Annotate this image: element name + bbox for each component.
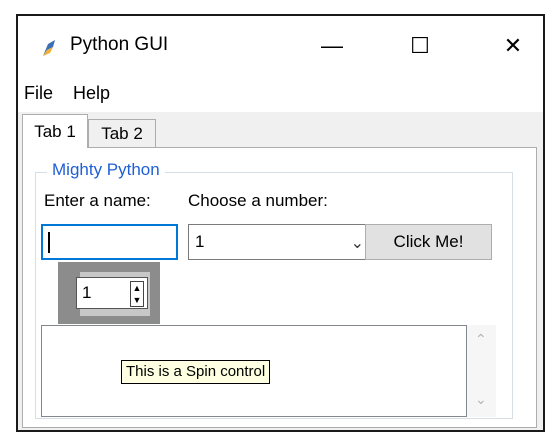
group-title: Mighty Python xyxy=(47,160,165,180)
name-label: Enter a name: xyxy=(44,191,151,210)
scroll-down-icon[interactable]: ⌄ xyxy=(475,391,487,408)
name-entry[interactable] xyxy=(41,224,178,260)
window-title: Python GUI xyxy=(70,34,169,55)
menu-bar: File Help xyxy=(18,78,543,112)
tab-1[interactable]: Tab 1 xyxy=(22,114,88,148)
click-me-button[interactable]: Click Me! xyxy=(365,224,492,260)
spinbox[interactable]: 1 ▲ ▼ xyxy=(76,277,148,309)
minimize-button[interactable]: — xyxy=(302,24,362,68)
maximize-icon: ☐ xyxy=(410,33,430,58)
close-button[interactable]: ✕ xyxy=(483,24,543,68)
chevron-down-icon[interactable]: ⌄ xyxy=(351,233,364,253)
text-caret xyxy=(48,232,50,253)
number-combobox[interactable]: 1 ⌄ xyxy=(188,224,373,260)
vertical-scrollbar[interactable]: ⌃ ⌄ xyxy=(467,325,496,417)
menu-help[interactable]: Help xyxy=(73,83,110,104)
spinbox-value: 1 xyxy=(82,283,92,302)
title-bar[interactable]: Python GUI — ☐ ✕ xyxy=(18,16,543,78)
spin-arrows-icon[interactable]: ▲ ▼ xyxy=(130,281,144,307)
tab-2[interactable]: Tab 2 xyxy=(88,119,156,148)
spin-tooltip: This is a Spin control xyxy=(121,360,271,384)
maximize-button[interactable]: ☐ xyxy=(390,24,450,68)
number-label: Choose a number: xyxy=(188,191,328,210)
close-icon: ✕ xyxy=(503,33,523,58)
combobox-value: 1 xyxy=(195,232,205,251)
menu-file[interactable]: File xyxy=(24,83,53,104)
minimize-icon: — xyxy=(321,33,343,58)
scroll-up-icon[interactable]: ⌃ xyxy=(475,331,487,348)
python-feather-icon xyxy=(43,40,55,56)
